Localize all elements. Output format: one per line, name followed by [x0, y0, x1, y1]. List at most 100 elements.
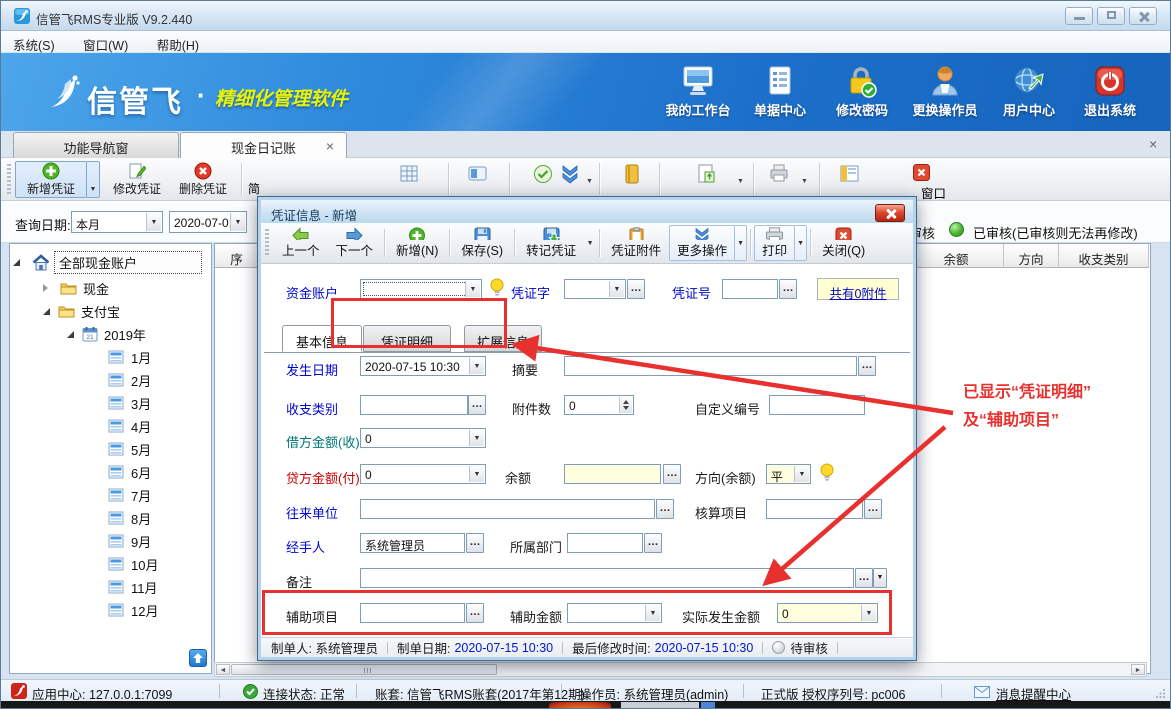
remark-lookup-button[interactable]: …: [855, 568, 873, 588]
print-button[interactable]: 打印: [754, 225, 795, 261]
voucher-no-input[interactable]: [722, 279, 778, 299]
grid-header-balance[interactable]: 余额: [909, 244, 1004, 268]
prev-record-button[interactable]: 上一个: [274, 225, 328, 261]
handler-lookup-button[interactable]: …: [466, 533, 484, 553]
attach-count-stepper[interactable]: 0: [564, 395, 634, 415]
counterparty-input[interactable]: [360, 499, 655, 519]
tree-scroll-top-button[interactable]: [189, 649, 207, 667]
tree-node-all-accounts[interactable]: 全部现金账户: [13, 252, 202, 272]
tab-nav-window[interactable]: 功能导航窗: [13, 132, 179, 158]
credit-combo[interactable]: 0 ▼: [360, 464, 486, 484]
dialog-close-action-button[interactable]: 关闭(Q): [814, 225, 873, 261]
custom-no-input[interactable]: [769, 395, 865, 415]
add-voucher-button[interactable]: 新增凭证: [15, 161, 87, 198]
tree-node-month[interactable]: 5月: [108, 439, 151, 459]
banner-action-exit[interactable]: 退出系统: [1068, 64, 1152, 119]
scroll-right-button[interactable]: ►: [1131, 664, 1145, 675]
tree-node-month[interactable]: 8月: [108, 508, 151, 528]
resize-grip[interactable]: [1156, 688, 1166, 698]
combo-caret-icon[interactable]: ▼: [469, 358, 484, 374]
tree-node-alipay[interactable]: 支付宝: [43, 301, 120, 321]
banner-action-switch-user[interactable]: 更换操作员: [903, 64, 987, 119]
expand-icon[interactable]: [43, 308, 50, 315]
close-button[interactable]: [1129, 7, 1157, 25]
tab-close-icon[interactable]: ×: [326, 140, 334, 152]
tree-node-year-2019[interactable]: 21 2019年: [67, 324, 146, 344]
tree-node-month[interactable]: 2月: [108, 370, 151, 390]
tabbar-close-icon[interactable]: ×: [1149, 138, 1157, 150]
dropdown-caret[interactable]: ▼: [737, 178, 744, 185]
delete-voucher-button[interactable]: 删除凭证: [171, 161, 235, 198]
attachments-count-button[interactable]: 共有0附件: [817, 278, 899, 300]
save-button[interactable]: 保存(S): [453, 225, 511, 261]
combo-caret-icon[interactable]: ▼: [469, 466, 484, 482]
tree-node-month[interactable]: 7月: [108, 485, 151, 505]
tab-cash-journal[interactable]: 现金日记账 ×: [180, 132, 347, 158]
balance-input[interactable]: [564, 464, 661, 484]
add-voucher-dropdown[interactable]: ▼: [87, 161, 100, 198]
remark-input[interactable]: [360, 568, 854, 588]
department-lookup-button[interactable]: …: [644, 533, 662, 553]
combo-caret-icon[interactable]: ▼: [469, 430, 484, 446]
banner-action-user-center[interactable]: 用户中心: [987, 64, 1071, 119]
tree-node-month[interactable]: 10月: [108, 554, 158, 574]
menu-help[interactable]: 帮助(H): [145, 31, 211, 54]
account-combo[interactable]: ▼: [360, 279, 482, 299]
dialog-close-button[interactable]: [875, 204, 905, 222]
next-record-button[interactable]: 下一个: [328, 225, 382, 261]
voucher-no-lookup-button[interactable]: …: [779, 279, 797, 299]
grid-header-direction[interactable]: 方向: [1004, 244, 1059, 268]
combo-caret-icon[interactable]: ▼: [146, 213, 161, 231]
combo-caret-icon[interactable]: ▼: [465, 281, 480, 297]
banner-action-workbench[interactable]: 我的工作台: [656, 64, 740, 119]
remark-dropdown-button[interactable]: ▼: [873, 568, 887, 588]
scrollbar-thumb[interactable]: [231, 664, 497, 675]
grid-horizontal-scrollbar[interactable]: ◄ ►: [214, 662, 1147, 677]
tree-node-month[interactable]: 6月: [108, 462, 151, 482]
date-combo[interactable]: 2020-07-15 10:30 ▼: [360, 356, 486, 376]
minimize-button[interactable]: [1065, 7, 1093, 25]
expand-icon[interactable]: [67, 331, 74, 338]
query-date-combo[interactable]: 2020-07-01 ▼: [169, 211, 247, 233]
combo-caret-icon[interactable]: ▼: [794, 466, 809, 482]
new-button[interactable]: 新增(N): [388, 225, 446, 261]
voucher-word-lookup-button[interactable]: …: [627, 279, 645, 299]
combo-caret-icon[interactable]: ▼: [609, 281, 624, 297]
tree-node-month[interactable]: 4月: [108, 416, 151, 436]
summary-lookup-button[interactable]: …: [858, 356, 876, 376]
counterparty-lookup-button[interactable]: …: [656, 499, 674, 519]
accounting-item-lookup-button[interactable]: …: [864, 499, 882, 519]
voucher-attachment-button[interactable]: 凭证附件: [603, 225, 669, 261]
more-actions-button[interactable]: 更多操作: [669, 225, 735, 261]
dropdown-caret[interactable]: ▼: [586, 178, 593, 185]
transfer-voucher-button[interactable]: 转记凭证: [518, 225, 584, 261]
grid-header-category[interactable]: 收支类别: [1059, 244, 1149, 268]
tree-node-month[interactable]: 1月: [108, 347, 151, 367]
scroll-left-button[interactable]: ◄: [216, 664, 230, 675]
tree-node-month[interactable]: 3月: [108, 393, 151, 413]
dropdown-caret[interactable]: ▼: [801, 178, 808, 185]
category-input[interactable]: [360, 395, 468, 415]
accounting-item-input[interactable]: [766, 499, 863, 519]
expand-icon[interactable]: [13, 259, 20, 266]
query-period-combo[interactable]: 本月 ▼: [71, 211, 163, 233]
tree-node-month[interactable]: 11月: [108, 577, 158, 597]
print-caret[interactable]: ▼: [795, 225, 807, 261]
voucher-word-combo[interactable]: ▼: [564, 279, 626, 299]
edit-voucher-button[interactable]: 修改凭证: [105, 161, 169, 198]
balance-lookup-button[interactable]: …: [663, 464, 681, 484]
tree-node-month[interactable]: 12月: [108, 600, 158, 620]
spinner-buttons[interactable]: [619, 397, 632, 413]
grid-header-seq[interactable]: 序: [215, 244, 259, 268]
category-lookup-button[interactable]: …: [468, 395, 486, 415]
department-input[interactable]: [567, 533, 643, 553]
collapse-icon[interactable]: [43, 284, 48, 292]
maximize-button[interactable]: [1097, 7, 1125, 25]
banner-action-password[interactable]: 修改密码: [820, 64, 904, 119]
more-actions-caret[interactable]: ▼: [735, 225, 747, 261]
debit-combo[interactable]: 0 ▼: [360, 428, 486, 448]
banner-action-documents[interactable]: 单据中心: [738, 64, 822, 119]
menu-system[interactable]: 系统(S): [1, 31, 67, 54]
menu-window[interactable]: 窗口(W): [71, 31, 140, 54]
summary-input[interactable]: [564, 356, 857, 376]
